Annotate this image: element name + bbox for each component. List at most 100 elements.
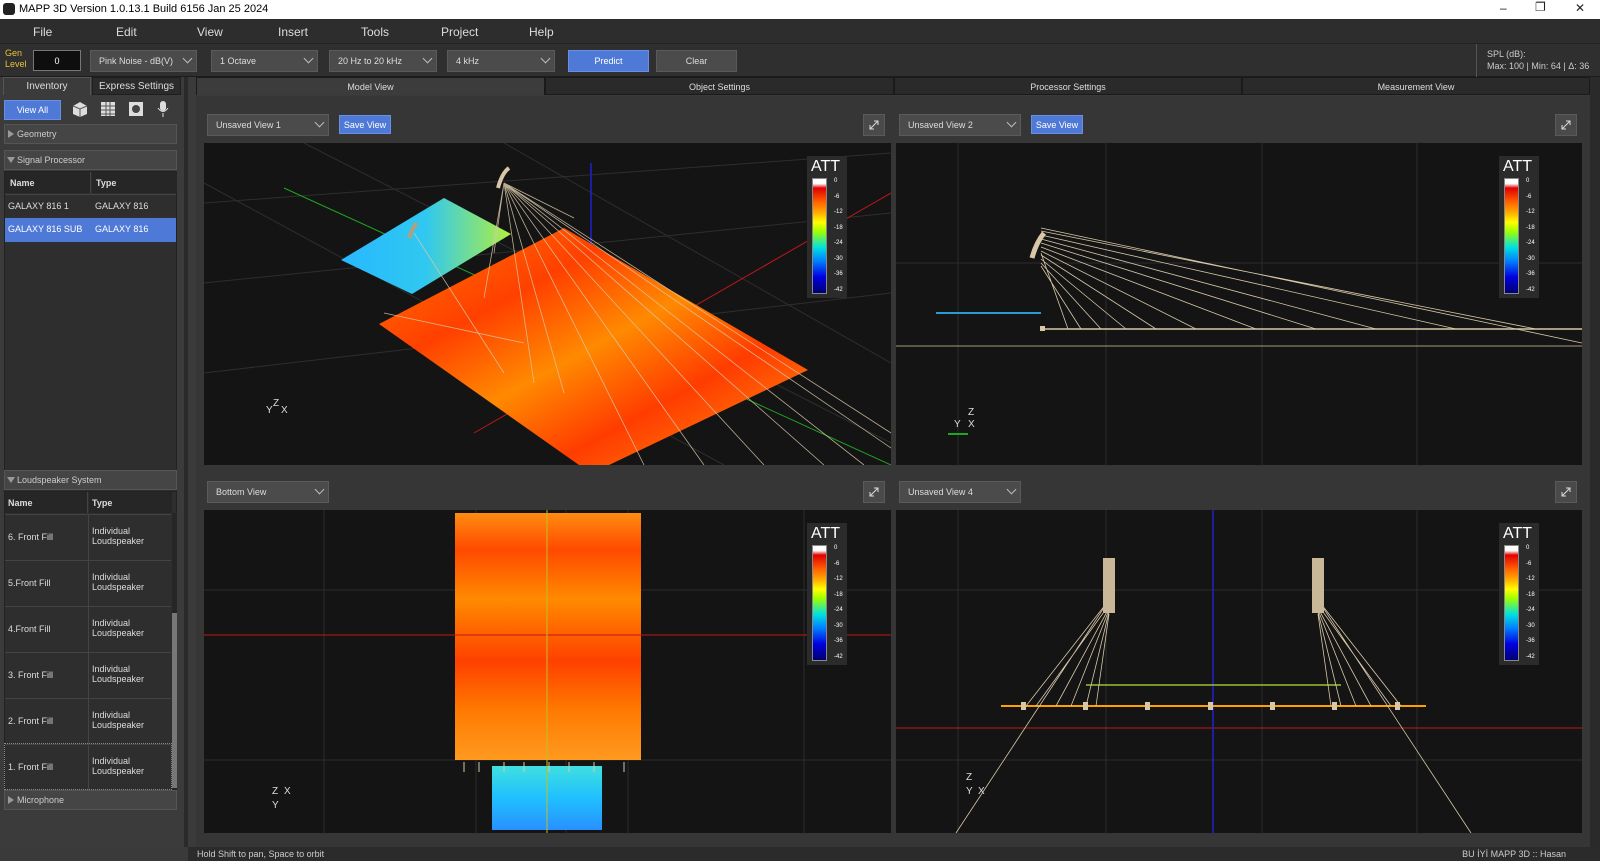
view-select-3[interactable]: Bottom View [207,481,329,503]
table-row[interactable]: 1. Front Fill Individual Loudspeaker [4,743,172,790]
legend-tick-label: -30 [1526,255,1535,262]
subwoofer-icon[interactable] [127,100,145,118]
table-row-selected[interactable]: GALAXY 816 SUB GALAXY 816 [5,218,176,242]
legend-tick-label: -12 [834,576,843,582]
view-select-1[interactable]: Unsaved View 1 [207,114,329,136]
legend-tick-label: -36 [834,638,843,644]
microphone-section[interactable]: Microphone [4,790,177,810]
column-header-type[interactable]: Type [92,172,177,193]
view-select-4[interactable]: Unsaved View 4 [899,481,1021,503]
table-row[interactable]: 5.Front Fill Individual Loudspeaker [5,560,171,606]
restore-icon[interactable]: ❐ [1535,0,1546,14]
viewport-3[interactable]: ATT 0 -6 -12 -18 -24 -30 -36 -42 Z X Y [204,510,891,833]
maximize-view-2[interactable] [1555,114,1577,136]
view-all-button[interactable]: View All [4,100,61,120]
legend-tick-label: -36 [1526,271,1535,277]
frequency-range-dropdown[interactable]: 20 Hz to 20 kHz [329,50,437,72]
viewport-2[interactable]: ATT 0 -6 -12 -18 -24 -30 -36 -42 Z Y X [896,143,1582,465]
maximize-view-4[interactable] [1555,481,1577,503]
bandwidth-dropdown[interactable]: 1 Octave [211,50,318,72]
column-header-name[interactable]: Name [5,172,91,193]
geometry-label: Geometry [17,129,57,139]
legend-tick-label: -24 [834,607,843,613]
chevron-down-icon [314,117,325,128]
microphone-icon[interactable] [156,99,170,119]
save-view-button-1[interactable]: Save View [339,115,391,134]
legend-tick-label: -42 [1526,286,1535,293]
legend-tick-label: -36 [1526,638,1535,644]
att-legend: ATT 0 -6 -12 -18 -24 -30 -36 -42 [1499,523,1539,665]
viewport-1[interactable]: ATT 0 -6 -12 -18 -24 -30 -36 -42 Y Z X [204,143,891,465]
legend-color-bar [812,545,827,661]
axis-label-y: Y [266,405,273,416]
left-line-array [1103,558,1115,613]
expand-icon [869,487,879,497]
maximize-view-1[interactable] [863,114,885,136]
table-row[interactable]: 2. Front Fill Individual Loudspeaker [5,698,171,744]
maximize-view-3[interactable] [863,481,885,503]
save-view-button-2[interactable]: Save View [1031,115,1083,134]
window-title: MAPP 3D Version 1.0.13.1 Build 6156 Jan … [19,3,269,15]
menu-file[interactable]: File [33,25,52,39]
chevron-down-icon [303,53,314,64]
loudspeaker-system-section[interactable]: Loudspeaker System [4,470,177,490]
clear-button[interactable]: Clear [656,50,737,72]
row-name: GALAXY 816 1 [8,201,69,211]
legend-tick-label: -6 [834,193,840,200]
view-select-2[interactable]: Unsaved View 2 [899,114,1021,136]
tab-express-settings[interactable]: Express Settings [92,77,181,95]
bandwidth-value: 1 Octave [220,56,257,66]
loudspeaker-system-label: Loudspeaker System [17,475,102,485]
chevron-down-icon [1006,484,1017,495]
att-legend: ATT 0 -6 -12 -18 -24 -30 -36 -42 [1499,156,1539,298]
main-coverage-plane [455,513,641,760]
close-icon[interactable]: ✕ [1575,1,1585,15]
tab-measurement-view[interactable]: Measurement View [1242,77,1590,95]
app-icon [3,3,15,15]
right-splitter[interactable] [1590,77,1600,847]
table-row[interactable]: 3. Front Fill Individual Loudspeaker [5,652,171,698]
legend-tick-label: -30 [834,622,843,629]
side-view-scene [896,143,1582,465]
tab-inventory[interactable]: Inventory [3,77,91,95]
menu-insert[interactable]: Insert [278,25,308,39]
legend-tick-label: -30 [1526,622,1535,629]
minimize-icon[interactable]: – [1500,1,1507,15]
frequency-dropdown[interactable]: 4 kHz [447,50,555,72]
gen-level-input[interactable]: 0 [33,50,81,71]
legend-tick-label: 0 [1526,178,1530,184]
panel-splitter[interactable] [184,77,188,847]
viewport-4[interactable]: ATT 0 -6 -12 -18 -24 -30 -36 -42 Z Y X [896,510,1582,833]
microphone-label: Microphone [17,795,65,805]
scrollbar-track[interactable] [172,513,177,790]
chevron-down-icon [540,53,551,64]
table-row[interactable]: GALAXY 816 1 GALAXY 816 [5,194,176,218]
view-tabs: Model View Object Settings Processor Set… [196,77,1590,96]
menu-view[interactable]: View [197,25,223,39]
menu-project[interactable]: Project [441,25,478,39]
legend-title: ATT [811,525,841,542]
table-row[interactable]: 6. Front Fill Individual Loudspeaker [5,514,171,560]
legend-tick-label: -6 [1526,560,1532,567]
tab-processor-settings[interactable]: Processor Settings [894,77,1242,95]
signal-processor-section[interactable]: Signal Processor [4,150,177,170]
signal-type-dropdown[interactable]: Pink Noise - dB(V) [90,50,197,72]
column-header-type[interactable]: Type [89,492,172,513]
tab-model-view[interactable]: Model View [196,77,545,95]
geometry-section[interactable]: Geometry [4,124,177,144]
menu-help[interactable]: Help [529,25,554,39]
predict-button[interactable]: Predict [568,50,649,72]
inventory-panel: Inventory Express Settings View All Geom… [0,77,184,847]
menu-tools[interactable]: Tools [361,25,389,39]
axis-label-z: Z [968,407,975,418]
cube-icon[interactable] [71,100,89,118]
triangle-down-icon [7,157,15,163]
tab-object-settings[interactable]: Object Settings [545,77,894,95]
column-header-name[interactable]: Name [5,492,88,513]
axis-label-z: Z [966,772,973,783]
menu-edit[interactable]: Edit [116,25,137,39]
speaker-array-icon[interactable] [99,100,117,118]
scrollbar-thumb[interactable] [172,613,177,788]
table-row[interactable]: 4.Front Fill Individual Loudspeaker [5,606,171,652]
right-line-array [1312,558,1324,613]
